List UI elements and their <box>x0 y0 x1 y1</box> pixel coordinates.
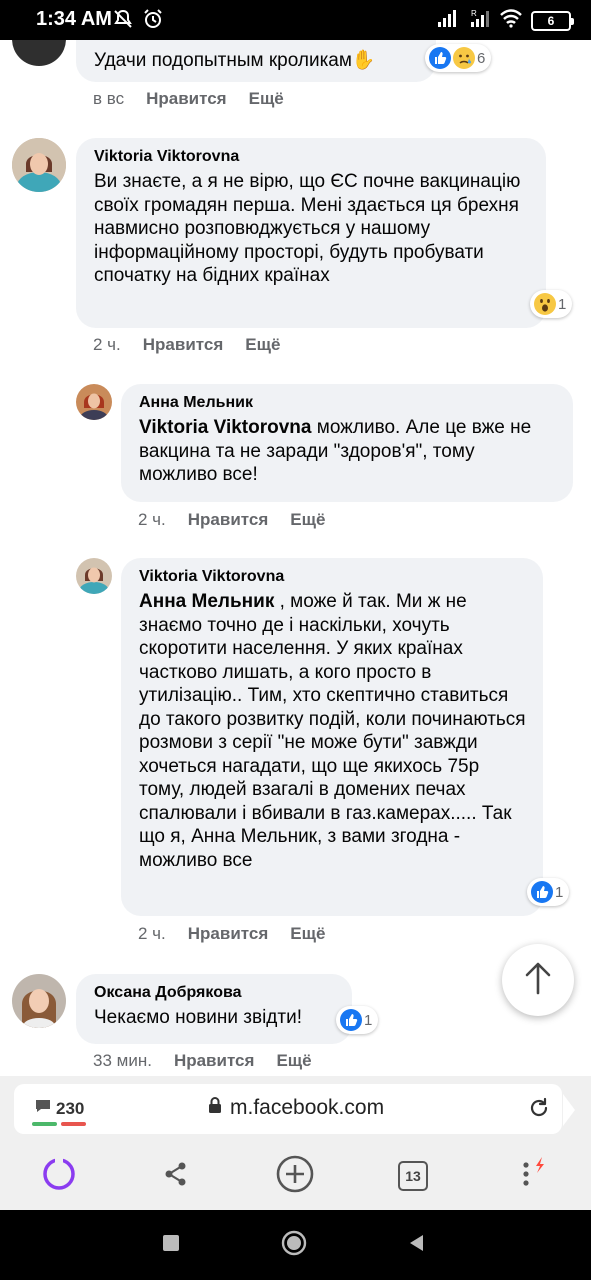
comment-time[interactable]: в вс <box>93 89 124 109</box>
share-button[interactable] <box>154 1154 198 1198</box>
comment-time[interactable]: 2 ч. <box>138 510 166 530</box>
like-button[interactable]: Нравится <box>174 1051 255 1071</box>
like-button[interactable]: Нравится <box>188 924 269 944</box>
battery-level: 6 <box>547 13 555 28</box>
comment-time[interactable]: 2 ч. <box>138 924 166 944</box>
sad-reaction-icon <box>453 47 475 69</box>
alarm-icon <box>142 8 164 35</box>
wow-reaction-icon <box>534 293 556 315</box>
like-button[interactable]: Нравится <box>188 510 269 530</box>
comment-bubble: Оксана Добрякова Чекаємо новини звідти! <box>76 974 352 1044</box>
status-bar: 1:34 AM R 6 <box>0 0 591 40</box>
like-reaction-icon <box>531 881 553 903</box>
comment-text: Viktoria Viktorovna можливо. Але це вже … <box>139 416 557 487</box>
tabs-icon: 13 <box>398 1161 428 1191</box>
like-button[interactable]: Нравится <box>143 335 224 355</box>
comment-text: Чекаємо новини звідти! <box>94 1007 302 1028</box>
menu-button[interactable] <box>510 1154 554 1198</box>
rating-bar <box>32 1122 86 1126</box>
comment-text: Ви знаєте, а я не вірю, що ЄС почне вакц… <box>94 171 521 286</box>
more-button[interactable]: Ещё <box>249 89 284 109</box>
comment-author[interactable]: Viktoria Viktorovna <box>94 148 530 166</box>
reaction-count: 1 <box>555 883 564 901</box>
new-tab-button[interactable] <box>273 1154 317 1198</box>
comment-author[interactable]: Анна Мельник <box>139 394 557 412</box>
mute-icon <box>112 8 134 35</box>
tabs-button[interactable]: 13 <box>391 1154 435 1198</box>
alice-button[interactable] <box>37 1154 81 1198</box>
like-reaction-icon <box>429 47 451 69</box>
comment-bubble: Анна Мельник Viktoria Viktorovna можливо… <box>121 384 573 502</box>
more-button[interactable]: Ещё <box>245 335 280 355</box>
address-bar[interactable]: 230 m.facebook.com <box>14 1084 562 1134</box>
like-reaction-icon <box>340 1009 362 1031</box>
reaction-summary[interactable]: 1 <box>336 1006 379 1034</box>
comment-text: Анна Мельник , може й так. Ми ж не знаєм… <box>139 590 527 872</box>
home-button[interactable] <box>281 1230 307 1261</box>
comment-body: , може й так. Ми ж не знаємо точно де і … <box>139 591 526 871</box>
svg-text:R: R <box>471 9 477 18</box>
comment-actions: 2 ч. Нравится Ещё <box>138 510 325 530</box>
share-icon <box>162 1160 190 1193</box>
url-field[interactable]: m.facebook.com <box>208 1096 384 1120</box>
avatar[interactable] <box>76 558 112 594</box>
comment-bubble: Удачи подопытным кроликам✋ <box>76 40 436 82</box>
browser-toolbar: 13 <box>0 1144 591 1210</box>
mention-link[interactable]: Анна Мельник <box>139 591 274 612</box>
alice-icon <box>41 1155 77 1197</box>
plus-circle-icon <box>275 1154 315 1199</box>
url-text: m.facebook.com <box>230 1096 385 1119</box>
square-icon <box>161 1233 181 1258</box>
home-circle-icon <box>281 1230 307 1261</box>
back-button[interactable] <box>404 1232 430 1258</box>
avatar[interactable] <box>76 384 112 420</box>
mention-link[interactable]: Viktoria Viktorovna <box>139 417 311 438</box>
reaction-summary[interactable]: 1 <box>527 878 570 906</box>
scroll-to-top-button[interactable] <box>502 944 574 1016</box>
comment-time[interactable]: 2 ч. <box>93 335 121 355</box>
recents-button[interactable] <box>158 1232 184 1258</box>
back-triangle-icon <box>407 1233 427 1258</box>
roaming-signal-icon: R <box>469 8 491 33</box>
more-button[interactable]: Ещё <box>290 510 325 530</box>
reaction-summary[interactable]: 6 <box>425 44 492 72</box>
comment-bubble-icon <box>34 1098 52 1119</box>
comment-author[interactable]: Оксана Добрякова <box>94 984 336 1002</box>
comment-bubble: Viktoria Viktorovna Ви знаєте, а я не ві… <box>76 138 546 328</box>
comment-actions: 2 ч. Нравится Ещё <box>138 924 325 944</box>
comment-text: Удачи подопытным кроликам✋ <box>94 50 376 71</box>
reaction-count: 1 <box>364 1011 373 1029</box>
system-nav-bar <box>0 1210 591 1280</box>
like-button[interactable]: Нравится <box>146 89 227 109</box>
reaction-count: 1 <box>558 295 567 313</box>
wifi-icon <box>499 8 523 33</box>
avatar[interactable] <box>12 138 66 192</box>
comment-actions: 2 ч. Нравится Ещё <box>93 335 280 355</box>
avatar[interactable] <box>12 974 66 1028</box>
signal-icon <box>437 8 461 33</box>
comment-actions: 33 мин. Нравится Ещё <box>93 1051 312 1071</box>
comment-bubble: Viktoria Viktorovna Анна Мельник , може … <box>121 558 543 916</box>
more-vertical-icon <box>514 1156 550 1197</box>
lock-icon <box>208 1096 222 1120</box>
comment-actions: в вс Нравится Ещё <box>93 89 284 109</box>
battery-icon: 6 <box>531 10 574 31</box>
comment-time[interactable]: 33 мин. <box>93 1051 152 1071</box>
more-button[interactable]: Ещё <box>290 924 325 944</box>
reaction-count: 6 <box>477 49 486 67</box>
status-time: 1:34 AM <box>36 8 112 30</box>
tabs-count: 13 <box>405 1168 421 1184</box>
reload-icon[interactable] <box>528 1097 550 1124</box>
comment-author[interactable]: Viktoria Viktorovna <box>139 568 527 586</box>
comment-count-value: 230 <box>56 1098 85 1118</box>
more-button[interactable]: Ещё <box>276 1051 311 1071</box>
address-bar-arrow <box>563 1094 575 1126</box>
reaction-summary[interactable]: 1 <box>530 290 573 318</box>
comments-feed[interactable]: Удачи подопытным кроликам✋ 6 в вс Нравит… <box>0 40 591 1076</box>
browser-address-area: 230 m.facebook.com <box>0 1076 591 1144</box>
comment-counter[interactable]: 230 <box>34 1098 84 1119</box>
avatar[interactable] <box>12 40 66 66</box>
arrow-up-icon <box>523 961 553 1000</box>
